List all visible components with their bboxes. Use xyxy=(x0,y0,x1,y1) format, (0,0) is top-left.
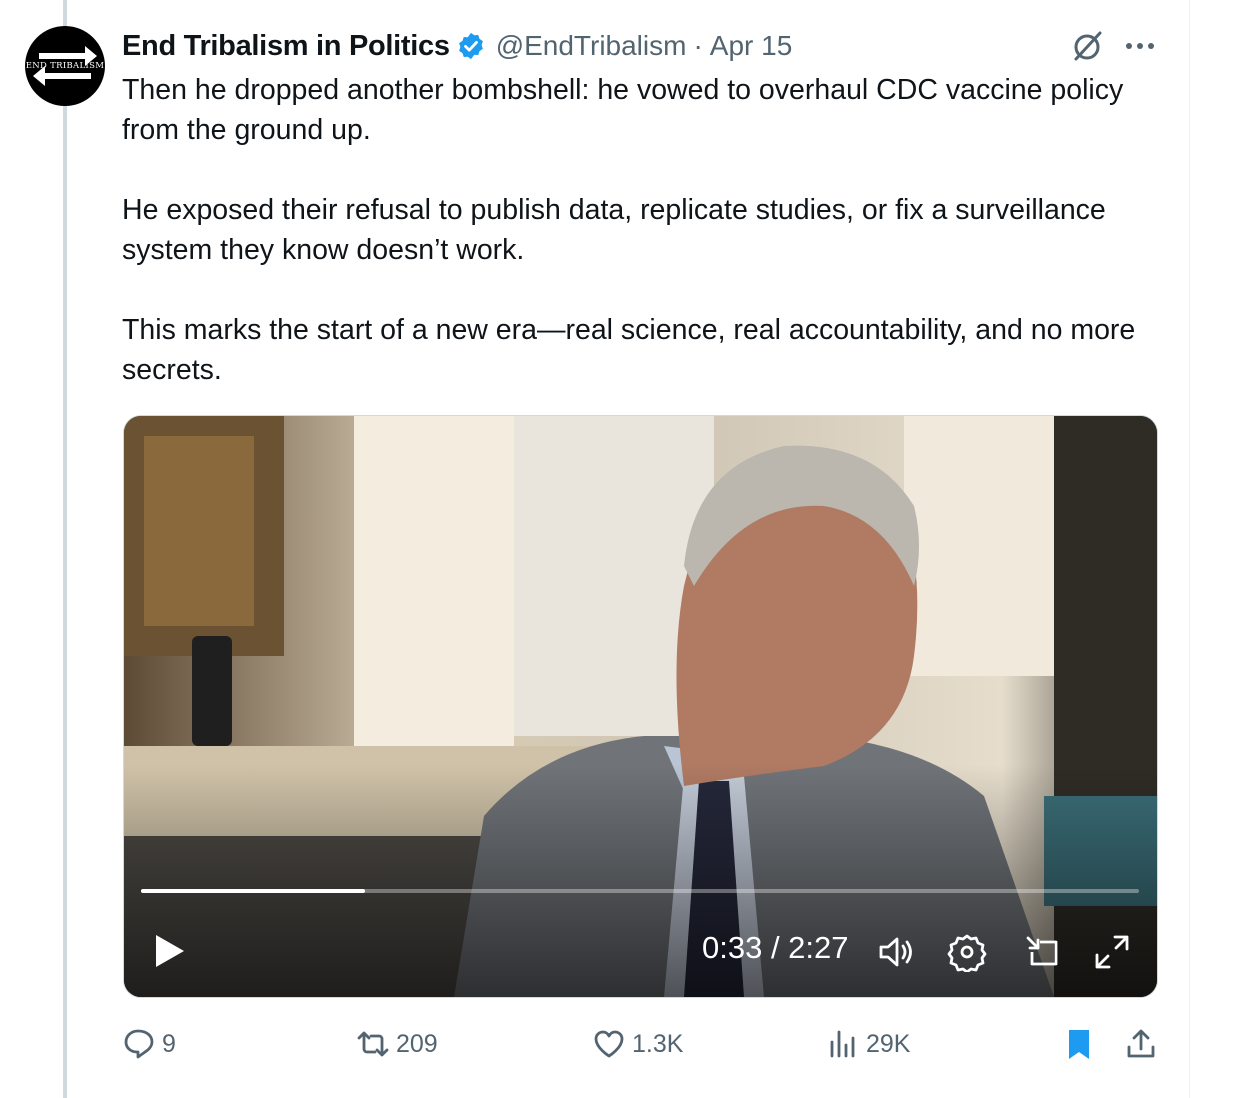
pip-icon[interactable] xyxy=(1022,932,1062,972)
more-icon[interactable] xyxy=(1122,32,1158,60)
tweet-text: Then he dropped another bombshell: he vo… xyxy=(122,70,1162,430)
share-icon[interactable] xyxy=(1124,1027,1158,1061)
repost-icon xyxy=(357,1031,389,1057)
reply-count: 9 xyxy=(162,1029,176,1058)
thread-line xyxy=(63,0,67,1098)
video-player[interactable]: 0:33 / 2:27 xyxy=(123,415,1158,998)
verified-badge-icon[interactable] xyxy=(456,31,486,61)
column-border xyxy=(1189,0,1190,1098)
tweet-paragraph: He exposed their refusal to publish data… xyxy=(122,194,1106,266)
handle[interactable]: @EndTribalism xyxy=(496,30,687,62)
views-icon xyxy=(830,1030,855,1058)
display-name[interactable]: End Tribalism in Politics xyxy=(122,30,450,63)
repost-count: 209 xyxy=(396,1029,438,1058)
progress-bar[interactable] xyxy=(141,889,1139,893)
like-button[interactable]: 1.3K xyxy=(592,1024,683,1064)
progress-fill xyxy=(141,889,366,893)
grok-icon[interactable] xyxy=(1069,28,1105,64)
views-button[interactable]: 29K xyxy=(826,1024,910,1064)
volume-icon[interactable] xyxy=(876,932,916,972)
tweet-paragraph: This marks the start of a new era—real s… xyxy=(122,314,1136,386)
settings-icon[interactable] xyxy=(947,932,987,972)
reply-button[interactable]: 9 xyxy=(122,1024,176,1064)
like-count: 1.3K xyxy=(632,1029,684,1058)
like-icon xyxy=(594,1030,624,1058)
repost-button[interactable]: 209 xyxy=(356,1024,438,1064)
tweet-date[interactable]: Apr 15 xyxy=(710,30,793,62)
video-time: 0:33 / 2:27 xyxy=(702,930,849,965)
tweet-paragraph: Then he dropped another bombshell: he vo… xyxy=(122,74,1124,146)
separator-dot: · xyxy=(693,30,703,61)
tweet-actions: 9 209 1.3K 29K xyxy=(122,1024,1162,1064)
reply-icon xyxy=(124,1029,154,1059)
video-frame-image xyxy=(124,416,1157,997)
tweet-header: End Tribalism in Politics @EndTribalism … xyxy=(122,26,792,66)
avatar-logo-text: END TRIBALISM xyxy=(25,61,105,71)
bookmark-icon[interactable] xyxy=(1062,1027,1096,1061)
views-count: 29K xyxy=(866,1029,911,1058)
play-icon[interactable] xyxy=(148,931,188,971)
fullscreen-icon[interactable] xyxy=(1092,932,1132,972)
avatar[interactable]: END TRIBALISM xyxy=(25,26,105,106)
